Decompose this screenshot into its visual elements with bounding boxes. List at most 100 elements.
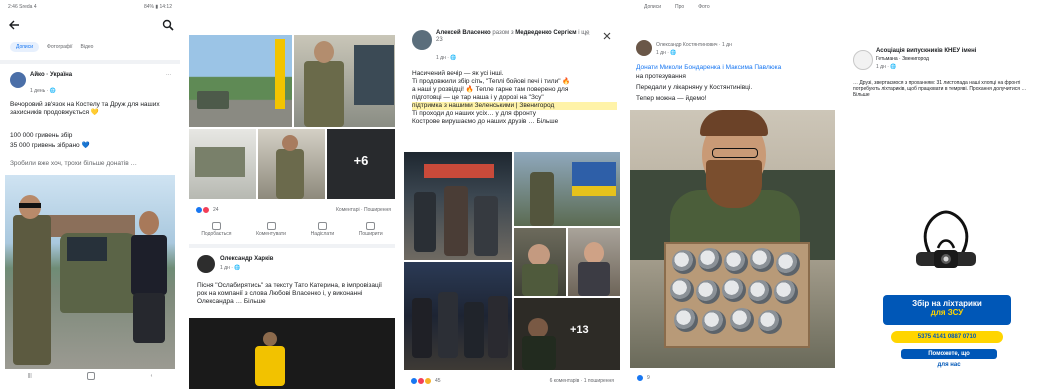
post-text-block: Насичений вечір — як усі інші. Ті продов… bbox=[412, 70, 617, 126]
post-text: Вечоровий зв'язок на Костелу та Друж для… bbox=[10, 101, 160, 116]
reactions-count: 9 bbox=[647, 375, 650, 381]
divider bbox=[189, 244, 395, 248]
back-chevron-icon[interactable]: ‹ bbox=[151, 373, 153, 379]
author-avatar[interactable] bbox=[10, 72, 26, 88]
more-dots-icon[interactable]: ··· bbox=[584, 32, 590, 39]
post-line-4: Зробили вже хоч, трохи більше донатів … bbox=[10, 160, 137, 167]
post-author[interactable]: Айко · Україна bbox=[30, 72, 160, 79]
photo-4[interactable] bbox=[568, 228, 620, 296]
close-icon[interactable] bbox=[603, 32, 611, 40]
reactions-row[interactable]: 45 6 коментарів · 1 поширення bbox=[410, 377, 614, 385]
photo-1[interactable] bbox=[189, 35, 292, 127]
post-line-2: 100 000 гривень збір bbox=[10, 132, 73, 139]
photo-2[interactable] bbox=[294, 35, 395, 127]
fundraiser-image[interactable]: Збір на ліхтарики для ЗСУ 5375 4141 0887… bbox=[853, 200, 1039, 378]
tab-posts[interactable]: Дописи bbox=[644, 4, 661, 10]
card-number[interactable]: 5375 4141 0887 0710 bbox=[891, 331, 1003, 343]
fundraiser-banner: Збір на ліхтарики для ЗСУ bbox=[883, 295, 1011, 325]
text-line: Ті продовжили збір сіть, "Теплі бойові п… bbox=[412, 78, 571, 85]
thanks-line-2: для нас bbox=[937, 362, 961, 368]
menu-lines-icon[interactable]: ||| bbox=[28, 373, 32, 379]
org-avatar[interactable] bbox=[853, 50, 873, 70]
post-photo[interactable] bbox=[630, 110, 835, 368]
reactions-count: 24 bbox=[213, 207, 219, 213]
reactions-row[interactable]: 9 bbox=[636, 374, 650, 382]
search-icon bbox=[162, 19, 174, 31]
post-time: 1 дн · 🌐 bbox=[436, 55, 457, 61]
post-header: Алексей Власенко разом з Медведенко Серг… bbox=[436, 30, 596, 44]
text-line: Кострове вирушаємо до наших друзів … Біл… bbox=[412, 118, 559, 125]
text-line: Насичений вечір — як усі інші. bbox=[412, 70, 504, 77]
post2-author[interactable]: Олександр Харків bbox=[220, 256, 273, 263]
photo-2[interactable] bbox=[514, 152, 620, 226]
coauthor-name[interactable]: Медведенко Сергієм bbox=[515, 30, 576, 36]
thanks-line-1: Поможете, що bbox=[901, 349, 997, 359]
org-sub[interactable]: Гетьмана · Звенигород bbox=[876, 56, 929, 62]
panel-photo-post: +6 24 Коментарі · Поширення Подобається … bbox=[189, 0, 395, 389]
tab-photos[interactable]: Фото bbox=[698, 4, 710, 10]
photo-1[interactable] bbox=[404, 152, 512, 260]
photo-3[interactable] bbox=[514, 228, 566, 296]
love-reaction-icon bbox=[202, 206, 210, 214]
banner-zsu: для ЗСУ bbox=[930, 308, 964, 317]
tab-bar: Дописи Про Фото bbox=[644, 4, 710, 10]
comments-shares[interactable]: Коментарі · Поширення bbox=[336, 207, 391, 213]
photo-3[interactable] bbox=[189, 129, 256, 199]
more-photos-count: +6 bbox=[353, 153, 369, 168]
comment-icon bbox=[266, 222, 276, 230]
panel-tagged-post: Алексей Власенко разом з Медведенко Серг… bbox=[404, 0, 620, 389]
send-button[interactable]: Надіслати bbox=[311, 222, 334, 237]
text-line: підготовці — це тар наша і у дорозі на "… bbox=[412, 94, 544, 101]
highlighted-line: підтримка з нашими Зеленськими | Звениго… bbox=[412, 102, 617, 110]
photo-4[interactable] bbox=[258, 129, 325, 199]
post2-text: Пісня "Ослабирятись" за тексту Тато Кате… bbox=[197, 282, 382, 305]
post-more[interactable]: ··· bbox=[166, 72, 171, 78]
home-square-icon[interactable] bbox=[87, 372, 96, 380]
panel-fundraiser-post: Асоціація випускників КНЕУ імені Гетьман… bbox=[845, 0, 1045, 389]
reactions-row[interactable]: 24 Коментарі · Поширення bbox=[195, 206, 391, 214]
status-bar: 2:46 Sreda 4 84% ▮ 14:12 bbox=[8, 4, 172, 10]
post2-avatar[interactable] bbox=[197, 255, 215, 273]
post-time: 1 дн · 🌐 bbox=[876, 64, 897, 70]
post2-video[interactable] bbox=[189, 318, 395, 389]
search-button[interactable] bbox=[162, 18, 174, 31]
post-photo[interactable] bbox=[5, 175, 175, 369]
panel-mobile-page: 2:46 Sreda 4 84% ▮ 14:12 Дописи Фотограф… bbox=[0, 0, 180, 389]
comments-shares[interactable]: 6 коментарів · 1 поширення bbox=[550, 378, 614, 384]
text-line-2: на протезування bbox=[636, 73, 686, 80]
status-left: 2:46 Sreda 4 bbox=[8, 4, 37, 10]
text-line-3: Передали у лікарняну у Костянтинівці. bbox=[636, 84, 753, 91]
like-icon bbox=[211, 222, 221, 230]
author-name[interactable]: Алексей Власенко bbox=[436, 30, 491, 36]
like-button[interactable]: Подобається bbox=[201, 222, 231, 237]
tab-video[interactable]: Відео bbox=[81, 44, 94, 50]
box-of-cans bbox=[664, 242, 810, 348]
mention-line[interactable]: Донати Миколи Бондаренка і Максима Павлю… bbox=[636, 64, 832, 72]
org-name[interactable]: Асоціація випускників КНЕУ імені bbox=[876, 48, 1041, 55]
post-line-3: 35 000 гривень зібрано 💙 bbox=[10, 142, 90, 149]
author-avatar[interactable] bbox=[412, 30, 432, 50]
photo-5-more[interactable]: +6 bbox=[327, 129, 395, 199]
tab-about[interactable]: Про bbox=[675, 4, 684, 10]
author-avatar[interactable] bbox=[636, 40, 652, 56]
share-button[interactable]: Поширити bbox=[359, 222, 383, 237]
post-time: 1 день · 🌐 bbox=[30, 88, 56, 94]
photo-5[interactable] bbox=[404, 262, 512, 370]
banner-title: Збір на ліхтарики bbox=[912, 299, 982, 308]
status-right: 84% ▮ 14:12 bbox=[143, 4, 172, 10]
photo-6-more[interactable]: +13 bbox=[514, 298, 620, 370]
system-nav-bar: ||| ‹ bbox=[0, 372, 180, 380]
comment-button[interactable]: Коментувати bbox=[256, 222, 286, 237]
post-text: … Друзі, звертаємося з проханням: 31 лис… bbox=[853, 80, 1027, 98]
reactions-count: 45 bbox=[435, 378, 441, 384]
tab-bar: Дописи Фотографії Відео bbox=[10, 42, 93, 52]
author-meta[interactable]: Олександр Костянтинович · 1 дн bbox=[656, 42, 732, 48]
send-icon bbox=[317, 222, 327, 230]
tab-photos[interactable]: Фотографії bbox=[47, 44, 73, 50]
back-button[interactable] bbox=[8, 18, 20, 30]
text-line: а наші у розвідці! 🔥 Тепле гарне там пов… bbox=[412, 86, 569, 93]
post2-time: 1 дн · 🌐 bbox=[220, 265, 241, 271]
more-photos-count: +13 bbox=[570, 324, 589, 336]
tab-posts[interactable]: Дописи bbox=[10, 42, 40, 52]
author-suffix: разом з bbox=[492, 30, 514, 36]
